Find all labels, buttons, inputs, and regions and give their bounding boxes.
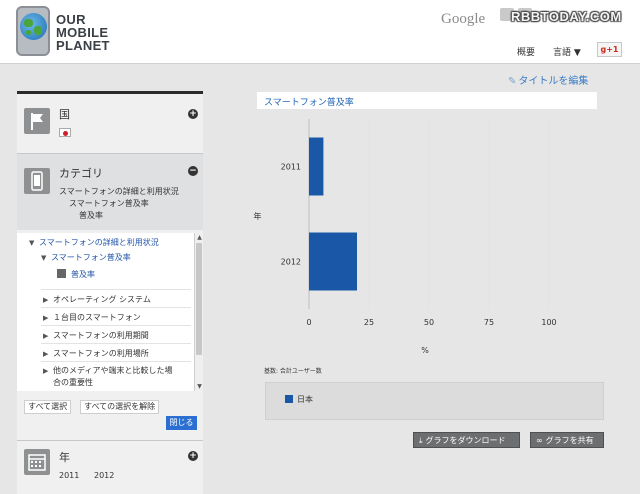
chart-title-bar: スマートフォン普及率 <box>257 92 597 109</box>
country-section-title: 国 <box>59 108 70 121</box>
x-tick-label: 0 <box>306 318 311 327</box>
x-tick-label: 25 <box>364 318 374 327</box>
select-all-button[interactable]: すべて選択 <box>24 400 72 414</box>
scrollbar-thumb[interactable] <box>196 243 202 355</box>
tree-item[interactable]: ▶ １台目のスマートフォン <box>43 312 141 323</box>
divider <box>41 343 191 344</box>
bar <box>309 137 324 196</box>
category-section[interactable]: カテゴリ − スマートフォンの詳細と利用状況 スマートフォン普及率 普及率 <box>17 153 203 230</box>
year-section-title: 年 <box>59 451 70 464</box>
category-path-item: 普及率 <box>79 211 103 220</box>
google-plus-button[interactable]: g+1 <box>597 42 622 57</box>
pencil-icon: ✎ <box>508 76 517 87</box>
category-path-item: スマートフォンの詳細と利用状況 <box>59 187 179 196</box>
divider <box>41 361 191 362</box>
tree-item[interactable]: ▼ スマートフォンの詳細と利用状況 <box>29 237 159 248</box>
tree-item-label: スマートフォン普及率 <box>51 253 131 262</box>
smartphone-icon <box>24 168 50 194</box>
category-path-item: スマートフォン普及率 <box>69 199 149 208</box>
legend: 日本 <box>265 382 604 420</box>
expand-country-button[interactable]: + <box>188 109 198 119</box>
tree-item[interactable]: ▶ 他のメディアや端末と比較した場 <box>43 365 172 376</box>
chevron-down-icon: ▼ <box>29 239 35 247</box>
divider <box>41 289 191 290</box>
chevron-right-icon: ▶ <box>43 296 49 304</box>
chevron-right-icon: ▶ <box>43 332 49 340</box>
site-logo[interactable]: OUR MOBILE PLANET <box>56 13 110 52</box>
tree-item-label: 合の重要性 <box>53 378 93 387</box>
expand-year-button[interactable]: + <box>188 451 198 461</box>
tree-item-label: スマートフォンの利用場所 <box>53 349 149 358</box>
country-section[interactable]: 国 + <box>17 94 203 152</box>
tree-item-label: 普及率 <box>71 270 95 279</box>
bar-chart: 0 25 50 75 100 2011 2012% <box>281 119 557 355</box>
nav-overview-link[interactable]: 概要 <box>517 45 535 58</box>
globe-icon <box>20 13 47 40</box>
share-chart-label: グラフを共有 <box>545 436 594 445</box>
chevron-right-icon: ▶ <box>43 314 49 322</box>
edit-title-link[interactable]: ✎ タイトルを編集 <box>508 72 588 87</box>
year-section[interactable]: 年 + 2011 2012 <box>17 440 203 494</box>
divider <box>41 307 191 308</box>
tree-item[interactable]: ▶ スマートフォンの利用場所 <box>43 348 149 359</box>
tree-scrollbar[interactable]: ▲ ▼ <box>194 233 203 391</box>
chevron-down-icon: ▼ <box>41 254 47 262</box>
site-header: OUR MOBILE PLANET Google RBBTODAY.COM 概要… <box>0 0 640 64</box>
tree-item[interactable]: 普及率 <box>57 269 95 280</box>
close-button[interactable]: 閉じる <box>166 416 197 430</box>
collapse-category-button[interactable]: − <box>188 166 198 176</box>
tree-item-label: オペレーティング システム <box>53 295 151 304</box>
year-value: 2011 <box>59 471 80 480</box>
year-value: 2012 <box>94 471 115 480</box>
scroll-down-icon[interactable]: ▼ <box>196 383 203 390</box>
x-tick-label: 100 <box>541 318 556 327</box>
tree-item-label: 他のメディアや端末と比較した場 <box>53 366 173 375</box>
download-chart-label: グラフをダウンロード <box>425 436 506 445</box>
chevron-right-icon: ▶ <box>43 350 49 358</box>
link-icon: ∞ <box>536 436 543 445</box>
download-icon: ⤓ <box>419 436 423 445</box>
base-label: 基数: 合計ユーザー数 <box>264 368 322 375</box>
chevron-right-icon: ▶ <box>43 367 49 375</box>
japan-flag-icon <box>59 128 71 137</box>
x-axis-label: % <box>421 346 429 355</box>
scroll-up-icon[interactable]: ▲ <box>196 234 203 241</box>
logo-line: PLANET <box>56 38 110 53</box>
edit-title-label: タイトルを編集 <box>518 76 589 87</box>
y-tick-label: 2012 <box>281 258 301 267</box>
y-tick-label: 2011 <box>281 163 301 172</box>
tree-item-continuation[interactable]: 合の重要性 <box>53 377 93 388</box>
x-tick-label: 50 <box>424 318 434 327</box>
deselect-all-button[interactable]: すべての選択を解除 <box>80 400 160 414</box>
chart-title[interactable]: スマートフォン普及率 <box>264 95 354 108</box>
filter-sidebar: 国 + カテゴリ − スマートフォンの詳細と利用状況 スマートフォン普及率 普及… <box>17 91 203 494</box>
category-section-title: カテゴリ <box>59 167 103 180</box>
tree-item-label: スマートフォンの詳細と利用状況 <box>39 238 159 247</box>
category-tree: ▼ スマートフォンの詳細と利用状況 ▼ スマートフォン普及率 普及率 ▶ オペレーティ… <box>17 233 203 391</box>
divider <box>41 325 191 326</box>
legend-swatch <box>285 395 293 403</box>
language-dropdown[interactable]: 言語 ▼ <box>553 45 581 58</box>
flag-icon <box>24 108 50 134</box>
google-logo[interactable]: Google <box>441 11 485 28</box>
bar <box>309 232 357 291</box>
tree-item-label: スマートフォンの利用期間 <box>53 331 149 340</box>
calendar-icon <box>24 449 50 475</box>
legend-label: 日本 <box>297 395 313 404</box>
download-chart-button[interactable]: ⤓ グラフをダウンロード <box>413 432 520 448</box>
tree-item[interactable]: ▼ スマートフォン普及率 <box>41 252 131 263</box>
metric-square-icon <box>57 269 66 278</box>
tree-item-label: １台目のスマートフォン <box>53 313 141 322</box>
watermark: RBBTODAY.COM <box>511 9 622 24</box>
tree-item[interactable]: ▶ オペレーティング システム <box>43 294 151 305</box>
tree-item[interactable]: ▶ スマートフォンの利用期間 <box>43 330 149 341</box>
share-chart-button[interactable]: ∞ グラフを共有 <box>530 432 604 448</box>
x-tick-label: 75 <box>484 318 494 327</box>
